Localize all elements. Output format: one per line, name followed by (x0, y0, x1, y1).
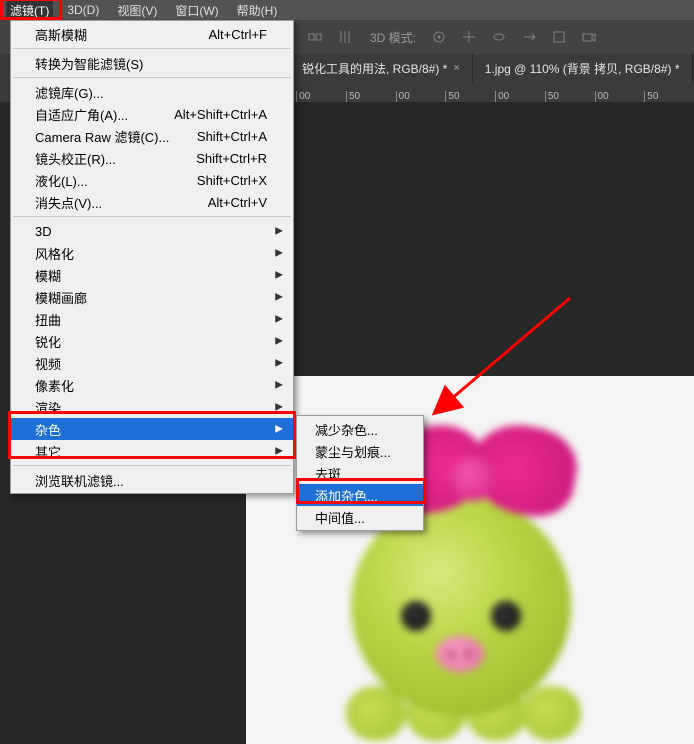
menu-item-browse-online[interactable]: 浏览联机滤镜... (11, 469, 293, 491)
menu-item-last-filter[interactable]: 高斯模糊Alt+Ctrl+F (11, 23, 293, 45)
menu-item-distort[interactable]: 扭曲▶ (11, 308, 293, 330)
chevron-right-icon: ▶ (275, 358, 283, 369)
menubar: 滤镜(T) 3D(D) 视图(V) 窗口(W) 帮助(H) (0, 0, 694, 20)
menu-item-smart-filter[interactable]: 转换为智能滤镜(S) (11, 52, 293, 74)
orbit-icon[interactable] (428, 26, 450, 48)
menu-item-liquify[interactable]: 液化(L)...Shift+Ctrl+X (11, 169, 293, 191)
vertical-icon[interactable] (334, 26, 356, 48)
submenu-reduce-noise[interactable]: 减少杂色... (297, 418, 423, 440)
menu-item-noise[interactable]: 杂色▶ (11, 418, 293, 440)
menu-item-stylize[interactable]: 风格化▶ (11, 242, 293, 264)
submenu-median[interactable]: 中间值... (297, 506, 423, 528)
chevron-right-icon: ▶ (275, 336, 283, 347)
mode-label: 3D 模式: (370, 29, 416, 46)
menu-item-vanishing[interactable]: 消失点(V)...Alt+Ctrl+V (11, 191, 293, 213)
menu-view[interactable]: 视图(V) (113, 0, 161, 21)
slide-icon[interactable] (518, 26, 540, 48)
chevron-right-icon: ▶ (275, 380, 283, 391)
scrubby-zoom-icon[interactable] (304, 26, 326, 48)
close-icon[interactable]: × (453, 62, 459, 74)
chevron-right-icon: ▶ (275, 226, 283, 237)
scale-icon[interactable] (548, 26, 570, 48)
menu-window[interactable]: 窗口(W) (171, 0, 222, 21)
camera-icon[interactable] (578, 26, 600, 48)
pan-icon[interactable] (458, 26, 480, 48)
chevron-right-icon: ▶ (275, 424, 283, 435)
menu-item-sharpen[interactable]: 锐化▶ (11, 330, 293, 352)
submenu-dust-scratches[interactable]: 蒙尘与划痕... (297, 440, 423, 462)
menu-item-video[interactable]: 视频▶ (11, 352, 293, 374)
menu-item-camera-raw[interactable]: Camera Raw 滤镜(C)...Shift+Ctrl+A (11, 125, 293, 147)
rotate-icon[interactable] (488, 26, 510, 48)
submenu-despeckle[interactable]: 去斑 (297, 462, 423, 484)
chevron-right-icon: ▶ (275, 292, 283, 303)
menu-item-render[interactable]: 渲染▶ (11, 396, 293, 418)
chevron-right-icon: ▶ (275, 446, 283, 457)
noise-submenu: 减少杂色... 蒙尘与划痕... 去斑 添加杂色... 中间值... (296, 415, 424, 531)
chevron-right-icon: ▶ (275, 270, 283, 281)
menu-filter[interactable]: 滤镜(T) (6, 0, 53, 21)
menu-help[interactable]: 帮助(H) (233, 0, 282, 21)
chevron-right-icon: ▶ (275, 402, 283, 413)
tab-doc-2[interactable]: 1.jpg @ 110% (背景 拷贝, RGB/8#) * (473, 54, 693, 82)
menu-item-other[interactable]: 其它▶ (11, 440, 293, 462)
tab-doc-1[interactable]: 锐化工具的用法, RGB/8#) *× (290, 54, 473, 82)
menu-3d[interactable]: 3D(D) (63, 1, 103, 19)
menu-item-adaptive-wide[interactable]: 自适应广角(A)...Alt+Shift+Ctrl+A (11, 103, 293, 125)
menu-item-pixelate[interactable]: 像素化▶ (11, 374, 293, 396)
menu-item-blur-gallery[interactable]: 模糊画廊▶ (11, 286, 293, 308)
menu-item-blur[interactable]: 模糊▶ (11, 264, 293, 286)
menu-item-lens-correction[interactable]: 镜头校正(R)...Shift+Ctrl+R (11, 147, 293, 169)
chevron-right-icon: ▶ (275, 248, 283, 259)
submenu-add-noise[interactable]: 添加杂色... (297, 484, 423, 506)
filter-menu-panel: 高斯模糊Alt+Ctrl+F 转换为智能滤镜(S) 滤镜库(G)... 自适应广… (10, 20, 294, 494)
menu-item-3d[interactable]: 3D▶ (11, 220, 293, 242)
menu-item-filter-gallery[interactable]: 滤镜库(G)... (11, 81, 293, 103)
chevron-right-icon: ▶ (275, 314, 283, 325)
